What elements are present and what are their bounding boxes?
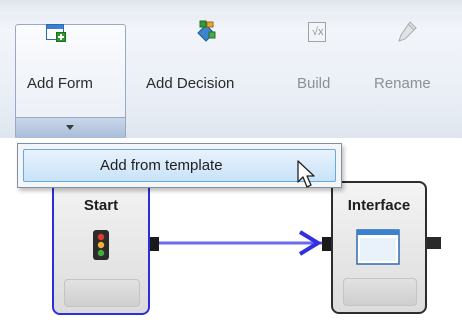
node-footer [343, 278, 417, 306]
rename-button[interactable]: Rename [374, 75, 431, 92]
interface-output-port[interactable] [427, 237, 441, 249]
interface-input-port[interactable] [322, 237, 331, 251]
rename-icon [396, 20, 418, 44]
build-button[interactable]: Build [297, 75, 330, 92]
add-form-dropdown-menu: Add from template [17, 143, 342, 188]
chevron-down-icon [66, 125, 74, 130]
node-footer [64, 279, 140, 307]
node-title: Interface [347, 197, 411, 214]
menu-item-add-from-template[interactable]: Add from template [23, 149, 336, 182]
traffic-light-icon [92, 229, 110, 265]
workflow-node-start[interactable]: Start [52, 175, 150, 315]
add-form-icon [46, 24, 66, 42]
menu-item-label: Add from template [100, 157, 223, 174]
add-form-button[interactable] [16, 25, 125, 117]
ribbon: Add Form Add Decision √x Build Rename [0, 0, 462, 139]
node-title: Start [83, 197, 119, 214]
window-icon [356, 229, 400, 269]
plus-badge-icon [56, 32, 66, 42]
add-form-label: Add Form [27, 75, 93, 92]
ribbon-top-strip [0, 0, 462, 14]
build-icon: √x [308, 22, 326, 42]
mouse-cursor-icon [297, 160, 315, 188]
add-form-dropdown-arrow[interactable] [16, 117, 125, 138]
workflow-node-interface[interactable]: Interface [331, 181, 427, 314]
connector-start-to-interface[interactable] [150, 230, 340, 270]
add-decision-button[interactable]: Add Decision [146, 75, 234, 92]
decision-icon[interactable] [195, 20, 217, 42]
start-output-port[interactable] [150, 237, 159, 251]
